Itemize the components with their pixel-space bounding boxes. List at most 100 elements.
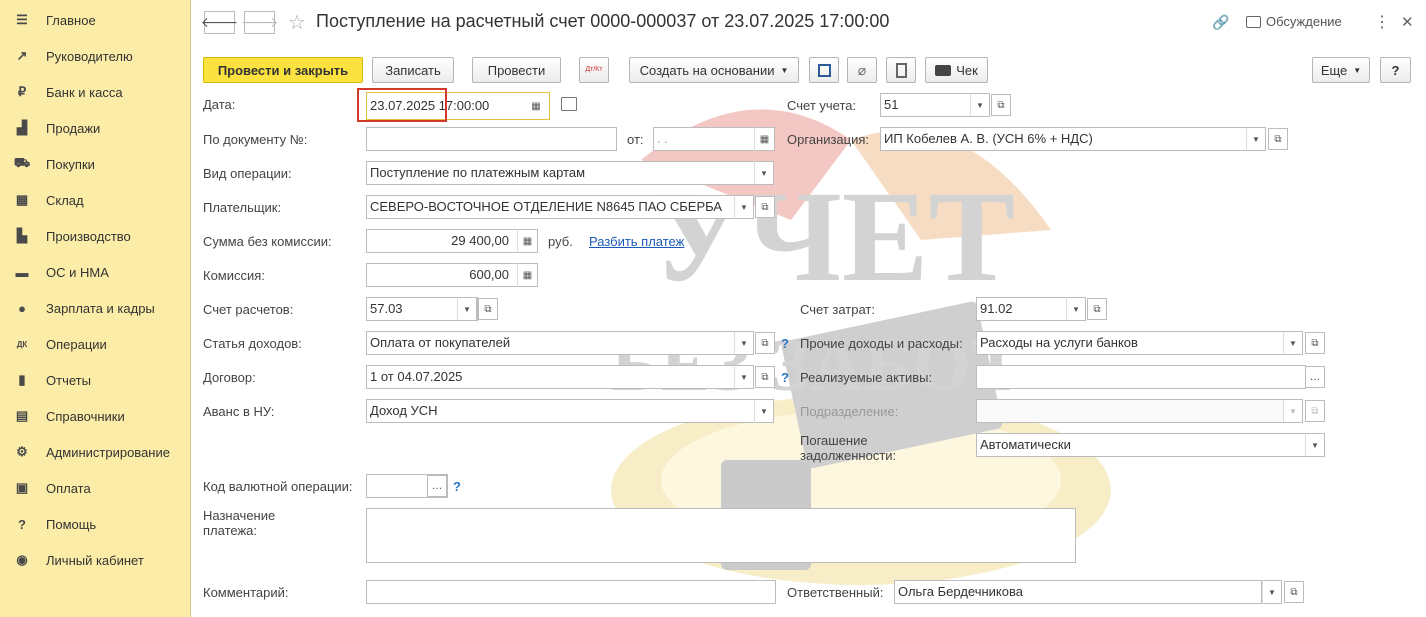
page-title: Поступление на расчетный счет 0000-00003… (316, 11, 890, 31)
realized-assets-field[interactable] (976, 365, 1306, 389)
doc-no-field[interactable] (366, 127, 617, 151)
contract-field[interactable]: 1 от 04.07.2025 (366, 365, 754, 389)
amount-field[interactable]: 29 400,00 (366, 229, 538, 253)
cost-account-label: Счет затрат: (800, 302, 875, 317)
sidebar-item-label: Склад (46, 192, 84, 208)
sidebar-item[interactable]: ▤ Справочники (0, 399, 191, 433)
open-icon[interactable]: ⧉ (1305, 332, 1325, 354)
sidebar-item[interactable]: ? Помощь (0, 507, 191, 541)
calendar-icon[interactable]: ▦ (526, 94, 546, 118)
account-field[interactable]: 51 (880, 93, 981, 117)
sidebar-item[interactable]: ◉ Личный кабинет (0, 543, 191, 577)
sidebar-item[interactable]: ▙ Производство (0, 219, 191, 253)
dt-kt-button[interactable]: Дт/Кт (579, 57, 609, 83)
more-label: Еще (1320, 62, 1348, 78)
operation-type-select[interactable]: Поступление по платежным картам (366, 161, 774, 185)
open-icon[interactable]: ⧉ (478, 298, 498, 320)
open-icon[interactable]: ⧉ (1268, 128, 1288, 150)
chevron-down-icon: ▼ (1353, 65, 1362, 75)
commission-field[interactable]: 600,00 (366, 263, 538, 287)
chevron-down-icon[interactable]: ▼ (754, 399, 774, 423)
create-based-on-label: Создать на основании (639, 62, 775, 78)
sidebar-item[interactable]: ▦ Склад (0, 183, 191, 217)
chevron-down-icon[interactable]: ▼ (457, 297, 477, 321)
cost-account-field[interactable]: 91.02 (976, 297, 1077, 321)
close-icon[interactable]: ✕ (1401, 13, 1414, 31)
comment-field[interactable] (366, 580, 776, 604)
more-vert-icon[interactable]: ⋮ (1374, 12, 1390, 32)
open-icon[interactable]: ⧉ (755, 332, 775, 354)
income-item-field[interactable]: Оплата от покупателей (366, 331, 754, 355)
other-income-expense-field[interactable]: Расходы на услуги банков (976, 331, 1294, 355)
split-payment-link[interactable]: Разбить платеж (589, 234, 684, 249)
forward-button[interactable]: 🡒 (241, 11, 278, 34)
sidebar-item[interactable]: ▣ Оплата (0, 471, 191, 505)
calculator-icon[interactable]: ▦ (517, 229, 537, 253)
operation-type-label: Вид операции: (203, 166, 292, 181)
sidebar-item-label: Зарплата и кадры (46, 300, 155, 316)
chevron-down-icon[interactable]: ▼ (1246, 127, 1266, 151)
chevron-down-icon[interactable]: ▼ (970, 93, 990, 117)
help-icon[interactable]: ? (781, 336, 789, 351)
sidebar-item-label: Администрирование (46, 444, 170, 460)
chevron-down-icon[interactable]: ▼ (1283, 331, 1303, 355)
calendar-icon[interactable]: ▦ (754, 127, 774, 151)
chevron-down-icon[interactable]: ▼ (734, 331, 754, 355)
link-icon[interactable]: 🔗 (1212, 14, 1229, 31)
sidebar-item[interactable]: ☰ Главное (0, 3, 191, 37)
receipt-button[interactable]: Чек (925, 57, 988, 83)
responsible-field[interactable]: Ольга Бердечникова (894, 580, 1262, 604)
post-and-close-button[interactable]: Провести и закрыть (203, 57, 363, 83)
sidebar-item[interactable]: ▟ Продажи (0, 111, 191, 145)
open-icon[interactable]: ⧉ (1284, 581, 1304, 603)
attach-button[interactable]: ⌀ (847, 57, 877, 83)
open-icon[interactable]: ⧉ (991, 94, 1011, 116)
chevron-down-icon[interactable]: ▼ (1066, 297, 1086, 321)
help-icon[interactable]: ? (781, 370, 789, 385)
create-based-on-button[interactable]: Создать на основании ▼ (629, 57, 799, 83)
sidebar-item[interactable]: ● Зарплата и кадры (0, 291, 191, 325)
chevron-down-icon[interactable]: ▼ (734, 195, 754, 219)
sidebar-item[interactable]: ДК Операции (0, 327, 191, 361)
sidebar-item[interactable]: ▬ ОС и НМА (0, 255, 191, 289)
income-item-label: Статья доходов: (203, 336, 302, 351)
purpose-field[interactable] (366, 508, 1076, 563)
document-list-icon[interactable] (561, 97, 577, 111)
advance-select[interactable]: Доход УСН (366, 399, 774, 423)
help-button[interactable]: ? (1380, 57, 1411, 83)
select-icon[interactable]: … (427, 475, 447, 497)
chevron-down-icon[interactable]: ▼ (734, 365, 754, 389)
open-icon[interactable]: ⧉ (755, 196, 775, 218)
select-icon[interactable]: … (1305, 366, 1325, 388)
star-icon[interactable]: ☆ (288, 10, 306, 35)
account-label: Счет учета: (787, 98, 857, 113)
calculator-icon[interactable]: ▦ (517, 263, 537, 287)
chevron-down-icon[interactable]: ▼ (754, 161, 774, 185)
structure-icon (817, 63, 831, 77)
open-icon[interactable]: ⧉ (755, 366, 775, 388)
chevron-down-icon[interactable]: ▼ (1262, 580, 1282, 604)
open-icon[interactable]: ⧉ (1087, 298, 1107, 320)
sidebar-item-label: Помощь (46, 516, 97, 532)
help-icon[interactable]: ? (453, 479, 461, 494)
sidebar-item[interactable]: ↗ Руководителю (0, 39, 191, 73)
chevron-down-icon[interactable]: ▼ (1305, 433, 1325, 457)
sidebar-item[interactable]: ▮ Отчеты (0, 363, 191, 397)
discussion-button[interactable]: Обсуждение (1246, 14, 1342, 29)
wallet-icon: ▣ (15, 480, 29, 495)
back-button[interactable]: 🡐 (201, 11, 238, 34)
cart-icon: ⛟ (13, 155, 31, 170)
structure-button[interactable] (809, 57, 839, 83)
debt-repayment-select[interactable]: Автоматически (976, 433, 1306, 457)
books-icon: ▤ (15, 408, 29, 423)
sidebar-item[interactable]: ⚙ Администрирование (0, 435, 191, 469)
sidebar-item[interactable]: ₽ Банк и касса (0, 75, 191, 109)
payer-field[interactable]: СЕВЕРО-ВОСТОЧНОЕ ОТДЕЛЕНИЕ N8645 ПАО СБЕ… (366, 195, 754, 219)
print-button[interactable] (886, 57, 916, 83)
post-button[interactable]: Провести (472, 57, 561, 83)
sidebar-item-label: Отчеты (46, 372, 91, 388)
more-button[interactable]: Еще ▼ (1312, 57, 1370, 83)
save-button[interactable]: Записать (372, 57, 454, 83)
sidebar-item[interactable]: ⛟ Покупки (0, 147, 191, 181)
organization-field[interactable]: ИП Кобелев А. В. (УСН 6% + НДС) (880, 127, 1257, 151)
